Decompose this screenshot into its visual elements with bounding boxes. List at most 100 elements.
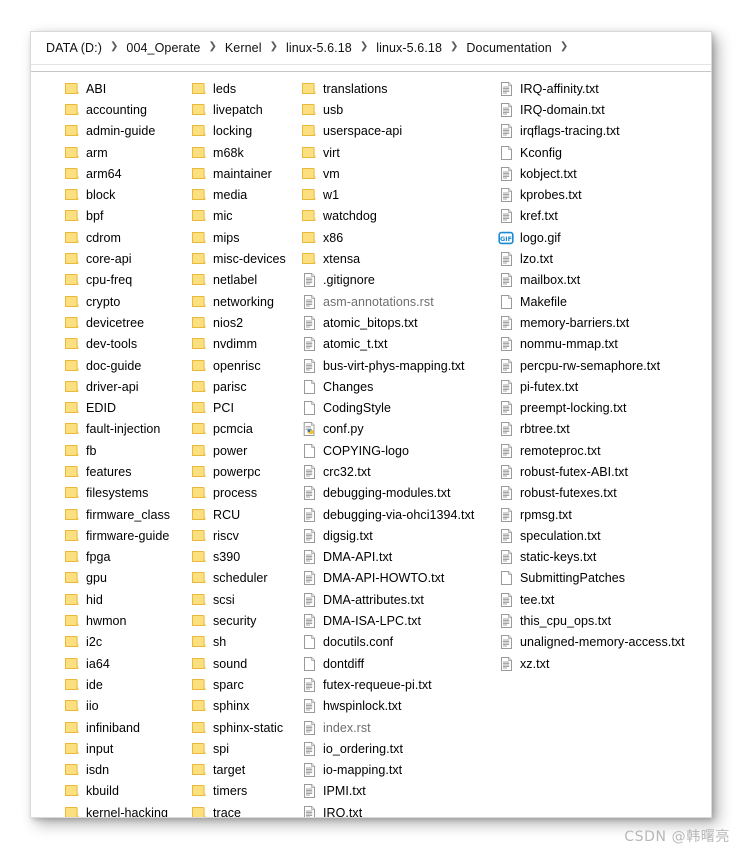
breadcrumb-chevron-icon[interactable]: ❯ <box>353 42 375 52</box>
file-list-item[interactable]: memory-barriers.txt <box>498 312 685 333</box>
file-list-item[interactable]: s390 <box>191 547 286 568</box>
file-list-item[interactable]: media <box>191 184 286 205</box>
file-list-item[interactable]: m68k <box>191 142 286 163</box>
file-list-item[interactable]: IRQ-domain.txt <box>498 99 685 120</box>
file-list-item[interactable]: sparc <box>191 674 286 695</box>
file-list-item[interactable]: locking <box>191 121 286 142</box>
file-list-item[interactable]: block <box>64 184 170 205</box>
file-list-item[interactable]: IPMI.txt <box>301 781 474 802</box>
file-list-item[interactable]: fb <box>64 440 170 461</box>
file-list-item[interactable]: CodingStyle <box>301 397 474 418</box>
file-list-item[interactable]: DMA-API-HOWTO.txt <box>301 568 474 589</box>
file-list-item[interactable]: hid <box>64 589 170 610</box>
file-list-item[interactable]: sphinx <box>191 696 286 717</box>
file-list-item[interactable]: unaligned-memory-access.txt <box>498 632 685 653</box>
file-list-item[interactable]: mips <box>191 227 286 248</box>
file-list-item[interactable]: PCI <box>191 397 286 418</box>
file-list-area[interactable]: ABI accounting admin-guide arm arm64 block bpf… <box>31 72 711 817</box>
file-list-item[interactable]: index.rst <box>301 717 474 738</box>
file-list-item[interactable]: networking <box>191 291 286 312</box>
file-list-item[interactable]: atomic_t.txt <box>301 334 474 355</box>
file-list-item[interactable]: kbuild <box>64 781 170 802</box>
file-list-item[interactable]: livepatch <box>191 99 286 120</box>
file-list-item[interactable]: scheduler <box>191 568 286 589</box>
file-list-item[interactable]: nommu-mmap.txt <box>498 334 685 355</box>
file-list-item[interactable]: w1 <box>301 184 474 205</box>
file-list-item[interactable]: bpf <box>64 206 170 227</box>
file-list-item[interactable]: IRQ-affinity.txt <box>498 78 685 99</box>
file-list-item[interactable]: Kconfig <box>498 142 685 163</box>
breadcrumb-chevron-icon[interactable]: ❯ <box>443 42 465 52</box>
file-list-item[interactable]: devicetree <box>64 312 170 333</box>
file-list-item[interactable]: ABI <box>64 78 170 99</box>
file-list-item[interactable]: remoteproc.txt <box>498 440 685 461</box>
file-list-item[interactable]: sh <box>191 632 286 653</box>
file-list-item[interactable]: driver-api <box>64 376 170 397</box>
file-list-item[interactable]: filesystems <box>64 483 170 504</box>
file-list-item[interactable]: docutils.conf <box>301 632 474 653</box>
file-list-item[interactable]: timers <box>191 781 286 802</box>
file-list-item[interactable]: nios2 <box>191 312 286 333</box>
file-list-item[interactable]: security <box>191 610 286 631</box>
file-list-item[interactable]: powerpc <box>191 461 286 482</box>
file-list-item[interactable]: scsi <box>191 589 286 610</box>
file-list-item[interactable]: pi-futex.txt <box>498 376 685 397</box>
file-list-item[interactable]: sphinx-static <box>191 717 286 738</box>
file-list-item[interactable]: dontdiff <box>301 653 474 674</box>
file-list-item[interactable]: cpu-freq <box>64 270 170 291</box>
file-list-item[interactable]: SubmittingPatches <box>498 568 685 589</box>
file-list-item[interactable]: DMA-attributes.txt <box>301 589 474 610</box>
file-list-item[interactable]: fault-injection <box>64 419 170 440</box>
file-list-item[interactable]: percpu-rw-semaphore.txt <box>498 355 685 376</box>
file-list-item[interactable]: power <box>191 440 286 461</box>
breadcrumb-item-2[interactable]: Kernel <box>224 39 263 57</box>
file-list-item[interactable]: speculation.txt <box>498 525 685 546</box>
file-list-item[interactable]: arm64 <box>64 163 170 184</box>
file-list-item[interactable]: debugging-modules.txt <box>301 483 474 504</box>
file-list-item[interactable]: features <box>64 461 170 482</box>
file-list-item[interactable]: gpu <box>64 568 170 589</box>
file-list-item[interactable]: asm-annotations.rst <box>301 291 474 312</box>
file-list-item[interactable]: digsig.txt <box>301 525 474 546</box>
file-list-item[interactable]: input <box>64 738 170 759</box>
file-list-item[interactable]: cdrom <box>64 227 170 248</box>
file-list-item[interactable]: kref.txt <box>498 206 685 227</box>
file-list-item[interactable]: misc-devices <box>191 248 286 269</box>
file-list-item[interactable]: io_ordering.txt <box>301 738 474 759</box>
file-list-item[interactable]: process <box>191 483 286 504</box>
file-list-item[interactable]: xtensa <box>301 248 474 269</box>
file-list-item[interactable]: maintainer <box>191 163 286 184</box>
file-list-item[interactable]: .gitignore <box>301 270 474 291</box>
file-list-item[interactable]: conf.py <box>301 419 474 440</box>
file-list-item[interactable]: leds <box>191 78 286 99</box>
file-list-item[interactable]: infiniband <box>64 717 170 738</box>
file-list-item[interactable]: ide <box>64 674 170 695</box>
breadcrumb-item-1[interactable]: 004_Operate <box>125 39 201 57</box>
file-list-item[interactable]: translations <box>301 78 474 99</box>
file-list-item[interactable]: DMA-ISA-LPC.txt <box>301 610 474 631</box>
file-list-item[interactable]: debugging-via-ohci1394.txt <box>301 504 474 525</box>
file-list-item[interactable]: DMA-API.txt <box>301 547 474 568</box>
file-list-item[interactable]: preempt-locking.txt <box>498 397 685 418</box>
breadcrumb-chevron-icon[interactable]: ❯ <box>201 42 223 52</box>
file-list-item[interactable]: target <box>191 760 286 781</box>
breadcrumb-chevron-icon[interactable]: ❯ <box>263 42 285 52</box>
file-list-item[interactable]: robust-futex-ABI.txt <box>498 461 685 482</box>
file-list-item[interactable]: Makefile <box>498 291 685 312</box>
file-list-item[interactable]: bus-virt-phys-mapping.txt <box>301 355 474 376</box>
file-list-item[interactable]: ia64 <box>64 653 170 674</box>
file-list-item[interactable]: usb <box>301 99 474 120</box>
breadcrumb-chevron-icon[interactable]: ❯ <box>103 42 125 52</box>
file-list-item[interactable]: crc32.txt <box>301 461 474 482</box>
file-list-item[interactable]: crypto <box>64 291 170 312</box>
file-list-item[interactable]: this_cpu_ops.txt <box>498 610 685 631</box>
file-list-item[interactable]: lzo.txt <box>498 248 685 269</box>
file-list-item[interactable]: COPYING-logo <box>301 440 474 461</box>
file-list-item[interactable]: firmware-guide <box>64 525 170 546</box>
file-list-item[interactable]: sound <box>191 653 286 674</box>
file-list-item[interactable]: openrisc <box>191 355 286 376</box>
file-list-item[interactable]: kernel-hacking <box>64 802 170 817</box>
file-list-item[interactable]: parisc <box>191 376 286 397</box>
file-list-item[interactable]: io-mapping.txt <box>301 760 474 781</box>
file-list-item[interactable]: dev-tools <box>64 334 170 355</box>
